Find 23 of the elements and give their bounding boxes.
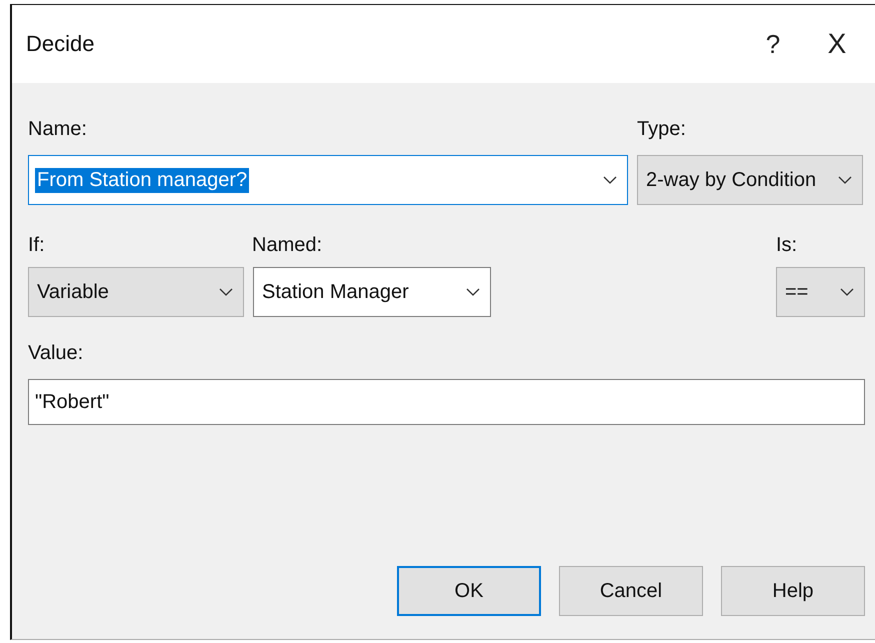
value-field[interactable]: "Robert"	[28, 379, 865, 425]
if-combobox[interactable]: Variable	[28, 267, 244, 317]
window-title: Decide	[26, 31, 96, 57]
chevron-down-icon	[840, 288, 854, 296]
dialog-button[interactable]: Help	[721, 566, 865, 616]
operator-combobox[interactable]: ==	[776, 267, 865, 317]
dialog-button[interactable]: OK	[397, 566, 541, 616]
type-combobox[interactable]: 2-way by Condition	[637, 155, 863, 205]
field-label: Type:	[637, 118, 686, 141]
field-label: Value:	[28, 342, 84, 365]
chevron-down-icon	[838, 176, 852, 184]
close-button[interactable]: X	[805, 19, 869, 69]
chevron-down-icon	[219, 288, 233, 296]
chevron-down-icon	[603, 176, 617, 184]
name-combobox[interactable]: From Station manager?	[28, 155, 628, 205]
help-button[interactable]: ?	[741, 19, 805, 69]
dialog-button[interactable]: Cancel	[559, 566, 703, 616]
chevron-down-icon	[466, 288, 480, 296]
field-label: Name:	[28, 118, 88, 141]
field-label: Is:	[776, 234, 798, 257]
field-label: Named:	[252, 234, 324, 257]
field-label: If:	[28, 234, 46, 257]
named-combobox[interactable]: Station Manager	[253, 267, 491, 317]
